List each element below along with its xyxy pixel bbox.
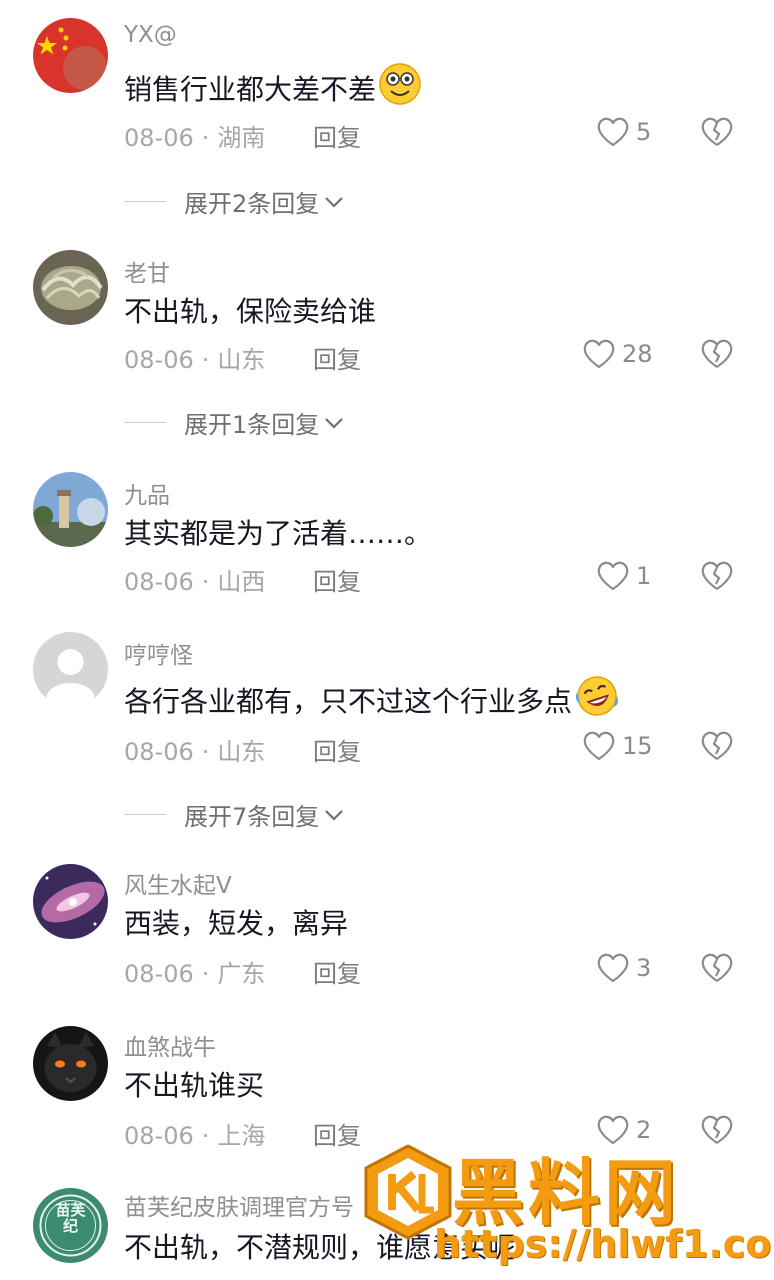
- avatar[interactable]: [33, 632, 108, 707]
- comment-meta: 08-06 · 山东: [124, 346, 266, 374]
- reply-button[interactable]: 回复: [313, 340, 361, 375]
- watermark: 黑料网 https://hlwf1.com: [362, 1138, 774, 1280]
- comment-text-content: 其实都是为了活着……。: [124, 517, 433, 550]
- avatar[interactable]: [33, 18, 108, 93]
- avatar[interactable]: [33, 250, 108, 325]
- comment-meta: 08-06 · 山西: [124, 568, 266, 596]
- comment-text-content: 不出轨，保险卖给谁: [124, 295, 377, 328]
- reply-button[interactable]: 回复: [313, 1116, 361, 1151]
- comment-location: 山东: [217, 346, 266, 374]
- divider-line: [124, 814, 166, 815]
- heart-outline-icon: [597, 953, 629, 983]
- broken-heart-icon: [701, 953, 733, 982]
- comment-meta: 08-06 · 山东: [124, 738, 266, 766]
- comment-location: 山东: [217, 738, 266, 766]
- comment-date: 08-06: [124, 1122, 194, 1150]
- username[interactable]: 九品: [124, 476, 170, 510]
- expand-replies-button[interactable]: 展开1条回复: [124, 405, 345, 440]
- comment-date: 08-06: [124, 346, 194, 374]
- like-button[interactable]: 5: [596, 116, 651, 148]
- avatar[interactable]: [33, 472, 108, 547]
- avatar[interactable]: [33, 1026, 108, 1101]
- divider-line: [124, 422, 166, 423]
- username[interactable]: 哼哼怪: [124, 636, 193, 670]
- heart-outline-icon: [583, 339, 615, 369]
- broken-heart-icon: [701, 339, 733, 368]
- username[interactable]: 风生水起V: [124, 866, 232, 900]
- expand-replies-label: 展开7条回复: [184, 803, 320, 831]
- comment-location: 湖南: [217, 124, 266, 152]
- watermark-url: https://hlwf1.com: [434, 1222, 774, 1266]
- like-button[interactable]: 1: [596, 560, 651, 592]
- dislike-button[interactable]: [700, 338, 734, 374]
- comment-date: 08-06: [124, 738, 194, 766]
- dislike-button[interactable]: [700, 952, 734, 988]
- chevron-down-icon: [325, 809, 344, 821]
- comment-meta: 08-06 · 湖南: [124, 124, 266, 152]
- comment-item: 老甘 不出轨，保险卖给谁 08-06 · 山东 回复 28 展开1条回复: [0, 240, 774, 462]
- smile-emoji-icon: [378, 62, 422, 113]
- expand-replies-label: 展开1条回复: [184, 411, 320, 439]
- dislike-button[interactable]: [700, 116, 734, 152]
- reply-button[interactable]: 回复: [313, 732, 361, 767]
- comment-meta: 08-06 · 广东: [124, 960, 266, 988]
- reply-button[interactable]: 回复: [313, 954, 361, 989]
- like-count: 15: [622, 732, 653, 760]
- comment-text: 西装，短发，离异: [124, 902, 348, 942]
- username[interactable]: 血煞战牛: [124, 1028, 216, 1062]
- like-count: 28: [622, 340, 653, 368]
- expand-replies-label: 展开2条回复: [184, 190, 320, 218]
- avatar[interactable]: [33, 864, 108, 939]
- comment-text-content: 销售行业都大差不差: [124, 72, 377, 106]
- comment-text: 其实都是为了活着……。: [124, 512, 432, 552]
- broken-heart-icon: [701, 561, 733, 590]
- comment-date: 08-06: [124, 568, 194, 596]
- comment-date: 08-06: [124, 960, 194, 988]
- avatar[interactable]: 苗芙纪: [33, 1188, 108, 1263]
- like-button[interactable]: 28: [582, 338, 653, 370]
- like-count: 5: [636, 118, 652, 146]
- comment-text: 不出轨谁买: [124, 1064, 264, 1104]
- like-button[interactable]: 15: [582, 730, 653, 762]
- avatar-badge-text: 苗芙纪: [55, 1201, 86, 1235]
- reply-button[interactable]: 回复: [313, 562, 361, 597]
- chevron-down-icon: [325, 417, 344, 429]
- chevron-down-icon: [325, 196, 344, 208]
- broken-heart-icon: [701, 731, 733, 760]
- expand-replies-button[interactable]: 展开7条回复: [124, 797, 345, 832]
- comment-text: 各行各业都有，只不过这个行业多点: [124, 674, 620, 725]
- comment-text-content: 各行各业都有，只不过这个行业多点: [124, 684, 573, 718]
- reply-button[interactable]: 回复: [313, 118, 361, 153]
- comment-item: 哼哼怪 各行各业都有，只不过这个行业多点 08-06 · 山东 回复 15 展开7条…: [0, 630, 774, 852]
- comment-text-content: 不出轨谁买: [124, 1069, 265, 1102]
- heart-outline-icon: [597, 117, 629, 147]
- comment-item: YX@ 销售行业都大差不差 08-06 · 湖南 回复 5 展开2条回复: [0, 0, 774, 240]
- like-count: 1: [636, 562, 652, 590]
- dislike-button[interactable]: [700, 730, 734, 766]
- comment-date: 08-06: [124, 124, 194, 152]
- like-count: 3: [636, 954, 652, 982]
- comment-location: 山西: [217, 568, 266, 596]
- comment-location: 广东: [217, 960, 266, 988]
- dislike-button[interactable]: [700, 560, 734, 596]
- heart-outline-icon: [597, 561, 629, 591]
- comment-text: 不出轨，保险卖给谁: [124, 290, 376, 330]
- divider-line: [124, 201, 166, 202]
- comment-text: 销售行业都大差不差: [124, 62, 422, 113]
- like-button[interactable]: 3: [596, 952, 651, 984]
- comment-meta: 08-06 · 上海: [124, 1122, 266, 1150]
- comment-item: 九品 其实都是为了活着……。 08-06 · 山西 回复 1: [0, 462, 774, 630]
- comment-item: 风生水起V 西装，短发，离异 08-06 · 广东 回复 3: [0, 852, 774, 1020]
- broken-heart-icon: [701, 117, 733, 146]
- laugh-cry-emoji-icon: [574, 674, 620, 725]
- comment-location: 上海: [217, 1122, 266, 1150]
- heart-outline-icon: [583, 731, 615, 761]
- username[interactable]: YX@: [124, 22, 177, 48]
- username[interactable]: 苗芙纪皮肤调理官方号: [124, 1188, 354, 1222]
- comment-text-content: 西装，短发，离异: [124, 907, 349, 940]
- username[interactable]: 老甘: [124, 254, 170, 288]
- expand-replies-button[interactable]: 展开2条回复: [124, 184, 345, 219]
